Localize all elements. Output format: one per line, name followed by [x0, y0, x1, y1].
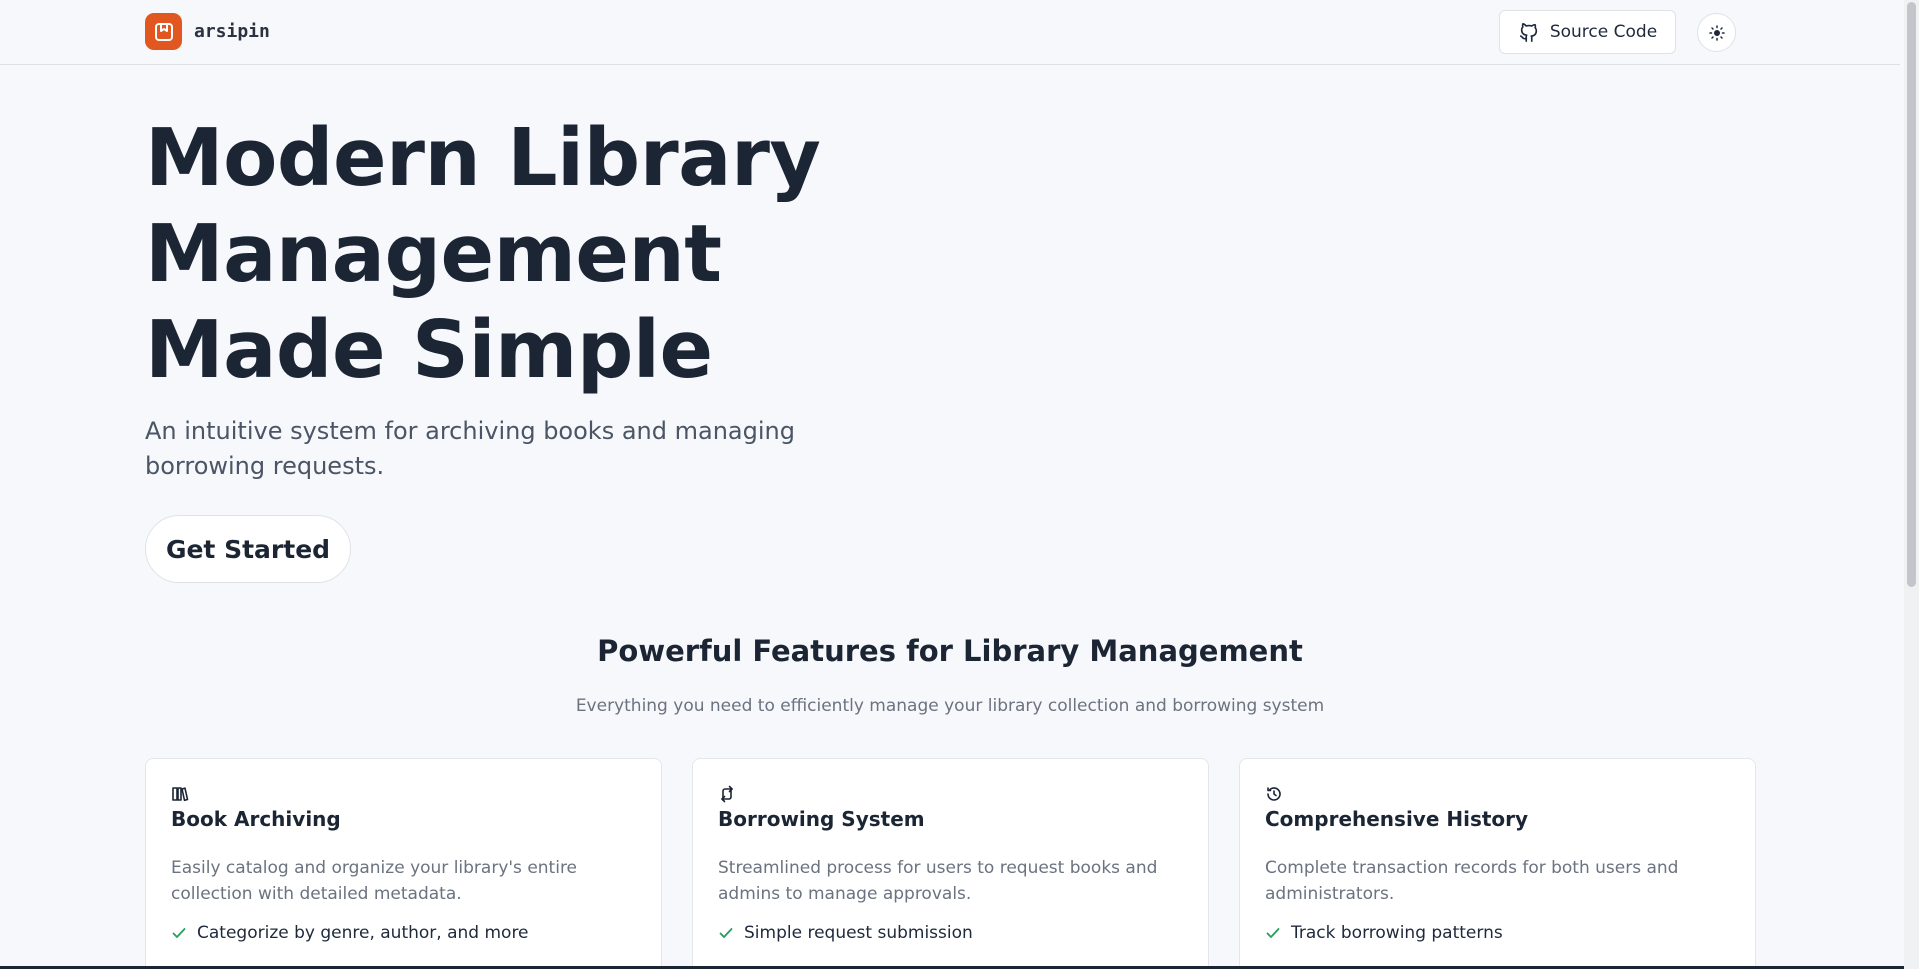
sun-icon	[1708, 24, 1725, 41]
theme-toggle-button[interactable]	[1697, 13, 1736, 52]
card-title: Book Archiving	[171, 807, 341, 831]
get-started-button[interactable]: Get Started	[145, 515, 351, 583]
check-icon	[172, 928, 186, 938]
history-icon	[1267, 787, 1281, 801]
scrollbar[interactable]	[1904, 0, 1919, 969]
feature-card-comprehensive-history: Comprehensive History Complete transacti…	[1239, 758, 1756, 969]
source-code-button[interactable]: Source Code	[1499, 10, 1676, 54]
library-books-icon	[172, 787, 189, 802]
hero-subtitle: An intuitive system for archiving books …	[145, 417, 795, 480]
feature-card-borrowing-system: Borrowing System Streamlined process for…	[692, 758, 1209, 969]
features-subtitle: Everything you need to efficiently manag…	[575, 696, 1325, 716]
repeat-arrows-icon	[721, 785, 733, 803]
features-title: Powerful Features for Library Management	[597, 634, 1303, 668]
scrollbar-thumb[interactable]	[1907, 2, 1916, 587]
github-icon	[1519, 23, 1538, 42]
source-code-label: Source Code	[1549, 22, 1658, 42]
top-navbar: arsipin Source Code	[0, 0, 1900, 65]
list-item-label: Categorize by genre, author, and more	[197, 923, 529, 943]
check-icon	[1266, 928, 1280, 938]
brand[interactable]: arsipin	[145, 13, 270, 50]
card-description: Complete transaction records for both us…	[1265, 858, 1679, 904]
card-description: Streamlined process for users to request…	[718, 858, 1158, 904]
list-item: Track borrowing patterns	[1265, 917, 1730, 949]
card-description: Easily catalog and organize your library…	[171, 858, 578, 904]
list-item: Simple request submission	[718, 917, 1183, 949]
feature-card-book-archiving: Book Archiving Easily catalog and organi…	[145, 758, 662, 969]
card-title: Borrowing System	[718, 807, 925, 831]
check-icon	[719, 928, 733, 938]
list-item: Categorize by genre, author, and more	[171, 917, 636, 949]
hero-title: Modern Library Management Made Simple	[145, 112, 821, 396]
brand-name: arsipin	[194, 21, 270, 42]
list-item-label: Simple request submission	[744, 923, 973, 943]
list-item-label: Track borrowing patterns	[1291, 923, 1503, 943]
card-title: Comprehensive History	[1265, 807, 1529, 831]
brand-logo-icon	[145, 13, 182, 50]
